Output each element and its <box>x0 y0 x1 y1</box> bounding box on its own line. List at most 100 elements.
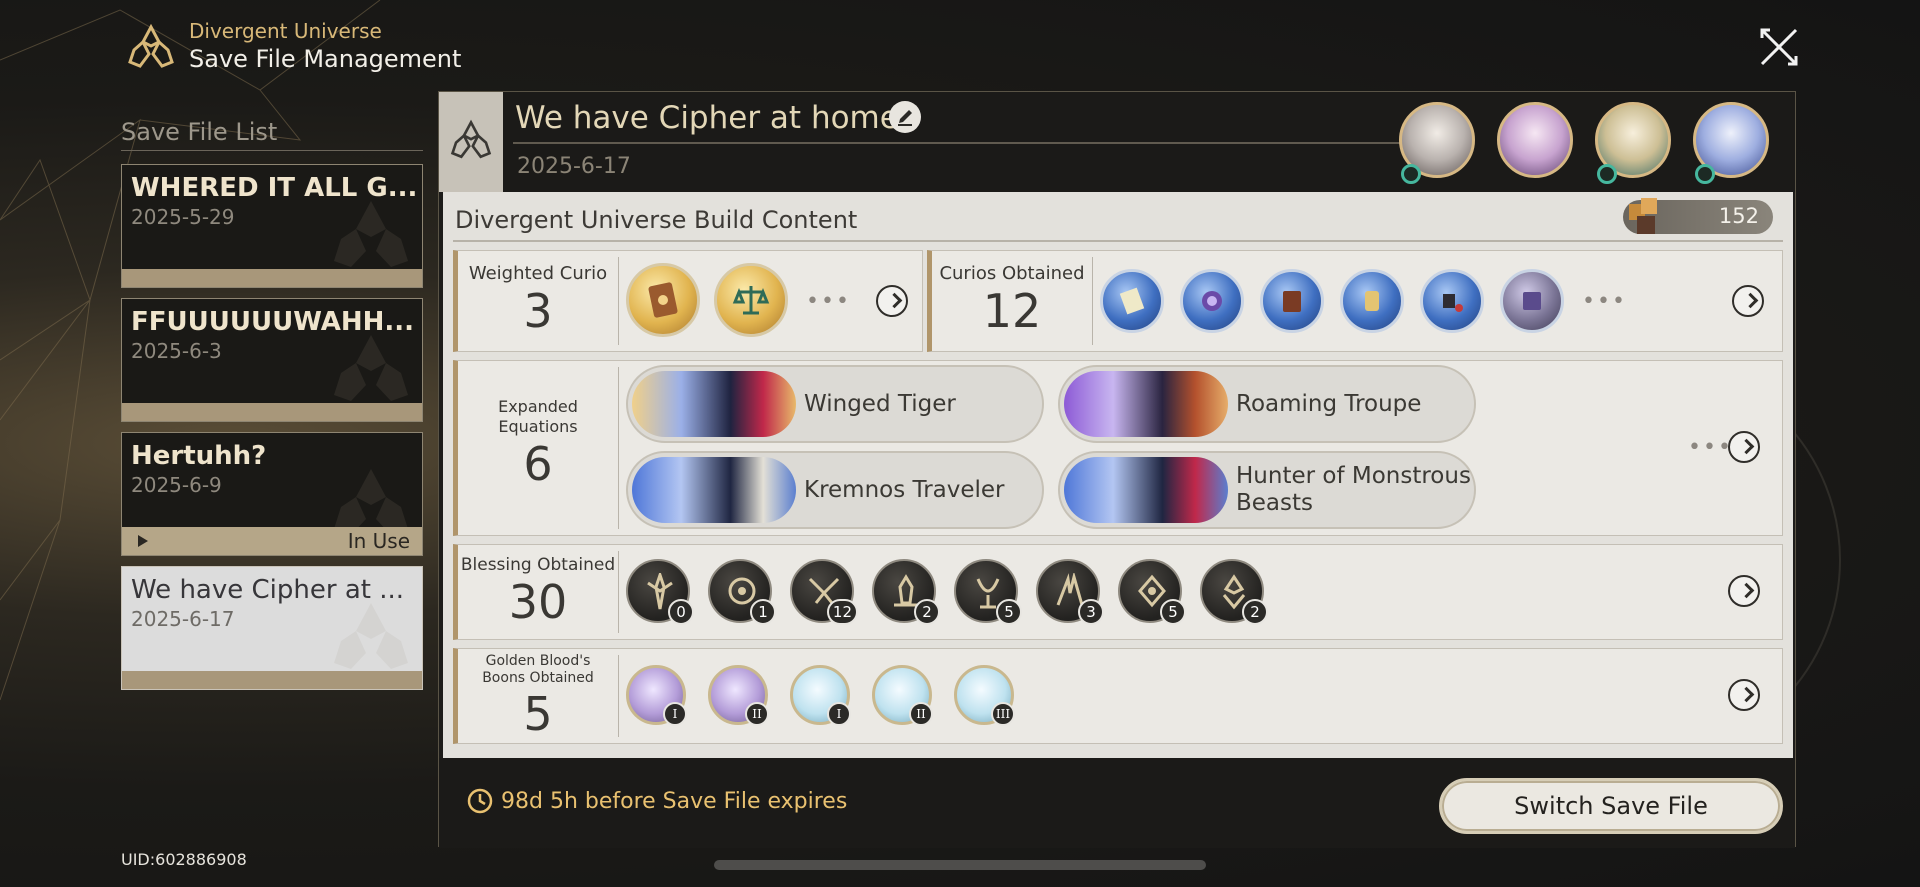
boon-item[interactable]: II <box>708 665 769 726</box>
blessing-path-item[interactable]: 5 <box>954 559 1022 625</box>
tool-curio-icon <box>1443 294 1463 312</box>
blessing-path-item[interactable]: 0 <box>626 559 694 625</box>
equation-name: Hunter of Monstrous Beasts <box>1236 463 1471 516</box>
equation-art-icon <box>1064 371 1228 437</box>
blessing-count-badge: 5 <box>1160 599 1186 625</box>
blessing-path-item[interactable]: 12 <box>790 559 858 625</box>
boon-item[interactable]: III <box>954 665 1015 726</box>
user-uid: UID:602886908 <box>121 850 247 869</box>
blessing-count-badge: 3 <box>1078 599 1104 625</box>
curio-item[interactable] <box>1340 269 1404 333</box>
emblem-watermark-icon <box>334 335 408 401</box>
cube-currency-icon <box>1629 198 1657 234</box>
edit-name-button[interactable] <box>889 101 921 133</box>
blessings-expand-button[interactable] <box>1728 575 1760 607</box>
book-curio-icon <box>1283 291 1301 312</box>
blessing-count-badge: 12 <box>826 599 858 625</box>
save-file-name: FFUUUUUUWAHH... <box>131 307 414 337</box>
blessing-path-item[interactable]: 5 <box>1118 559 1186 625</box>
blessing-count: 30 <box>508 575 568 629</box>
close-icon[interactable] <box>1756 24 1802 70</box>
blessing-count-badge: 5 <box>996 599 1022 625</box>
save-file-item[interactable]: Hertuhh? 2025-6-9 In Use <box>121 432 423 556</box>
equation-name: Roaming Troupe <box>1236 391 1422 417</box>
scales-curio-icon <box>732 286 770 315</box>
curio-item[interactable] <box>1420 269 1484 333</box>
divider <box>618 655 619 737</box>
status-dot-icon <box>1401 164 1421 184</box>
card-footer-bar <box>122 403 422 421</box>
golden-boons-section: Golden Blood's Boons Obtained 5 I II I I… <box>453 648 1783 744</box>
header-emblem <box>439 92 503 192</box>
curios-obtained-label: Curios Obtained <box>939 263 1085 284</box>
save-file-name: Hertuhh? <box>131 441 267 471</box>
equations-expand-button[interactable] <box>1728 431 1760 463</box>
save-file-item[interactable]: FFUUUUUUWAHH... 2025-6-3 <box>121 298 423 422</box>
card-curio-icon <box>648 282 678 318</box>
equation-item[interactable]: Roaming Troupe <box>1058 365 1476 443</box>
card-footer-bar <box>122 671 422 689</box>
divider <box>618 551 619 633</box>
save-file-item[interactable]: WHERED IT ALL G... 2025-5-29 <box>121 164 423 288</box>
save-file-item-selected[interactable]: We have Cipher at ... 2025-6-17 <box>121 566 423 690</box>
expiry-text: 98d 5h before Save File expires <box>501 788 848 814</box>
vortex-curio-icon <box>1202 291 1222 311</box>
weighted-curio-item[interactable] <box>714 263 788 337</box>
currency-display: 152 <box>1623 198 1773 234</box>
boon-rank-badge: I <box>827 702 851 726</box>
expanded-equations-count: 6 <box>523 437 553 491</box>
equation-item[interactable]: Winged Tiger <box>626 365 1044 443</box>
blessing-path-item[interactable]: 3 <box>1036 559 1104 625</box>
curio-item[interactable] <box>1100 269 1164 333</box>
app-subtitle: Divergent Universe <box>189 19 382 43</box>
more-dots-icon: ••• <box>1582 289 1627 314</box>
save-file-name: WHERED IT ALL G... <box>131 173 418 203</box>
current-save-name: We have Cipher at home: <box>515 100 910 136</box>
blessing-count-badge: 0 <box>668 599 694 625</box>
switch-save-file-button[interactable]: Switch Save File <box>1439 778 1783 834</box>
boon-rank-badge: II <box>745 702 769 726</box>
expanded-equations-label: Expanded Equations <box>498 397 578 436</box>
home-indicator[interactable] <box>714 860 1206 870</box>
box-curio-icon <box>1523 292 1541 310</box>
blessing-label: Blessing Obtained <box>460 555 616 575</box>
boon-item[interactable]: II <box>872 665 933 726</box>
divider <box>618 257 619 345</box>
weighted-curio-expand-button[interactable] <box>876 285 908 317</box>
emblem-watermark-icon <box>334 201 408 267</box>
build-content-area: Divergent Universe Build Content 152 Wei… <box>443 192 1793 758</box>
status-dot-icon <box>1597 164 1617 184</box>
equation-art-icon <box>632 457 796 523</box>
boons-expand-button[interactable] <box>1728 679 1760 711</box>
team-member-avatar[interactable] <box>1497 102 1573 178</box>
boon-item[interactable]: I <box>790 665 851 726</box>
equation-item[interactable]: Kremnos Traveler <box>626 451 1044 529</box>
save-file-date: 2025-5-29 <box>131 205 235 229</box>
currency-value: 152 <box>1718 204 1759 228</box>
blessing-path-item[interactable]: 1 <box>708 559 776 625</box>
curios-expand-button[interactable] <box>1732 285 1764 317</box>
divider <box>453 240 1783 242</box>
status-dot-icon <box>1695 164 1715 184</box>
blessing-path-item[interactable]: 2 <box>1200 559 1268 625</box>
equation-name: Winged Tiger <box>804 391 956 417</box>
weighted-curio-item[interactable] <box>626 263 700 337</box>
more-dots-icon: ••• <box>806 289 851 314</box>
divider <box>1092 257 1093 345</box>
in-use-indicator: In Use <box>122 527 422 555</box>
curio-item[interactable] <box>1260 269 1324 333</box>
save-detail-panel: We have Cipher at home: 2025-6-17 Diverg… <box>438 91 1796 848</box>
header-divider <box>513 142 1447 144</box>
equation-item[interactable]: Hunter of Monstrous Beasts <box>1058 451 1476 529</box>
curio-item[interactable] <box>1500 269 1564 333</box>
divergent-universe-logo-icon <box>128 24 174 68</box>
lantern-curio-icon <box>1365 291 1379 311</box>
play-icon <box>138 535 148 547</box>
weighted-curio-label: Weighted Curio <box>468 263 608 284</box>
weighted-curio-count: 3 <box>523 284 553 338</box>
blessing-path-item[interactable]: 2 <box>872 559 940 625</box>
curio-item[interactable] <box>1180 269 1244 333</box>
card-footer-bar <box>122 269 422 287</box>
boon-item[interactable]: I <box>626 665 687 726</box>
save-detail-footer: 98d 5h before Save File expires Switch S… <box>439 758 1795 848</box>
